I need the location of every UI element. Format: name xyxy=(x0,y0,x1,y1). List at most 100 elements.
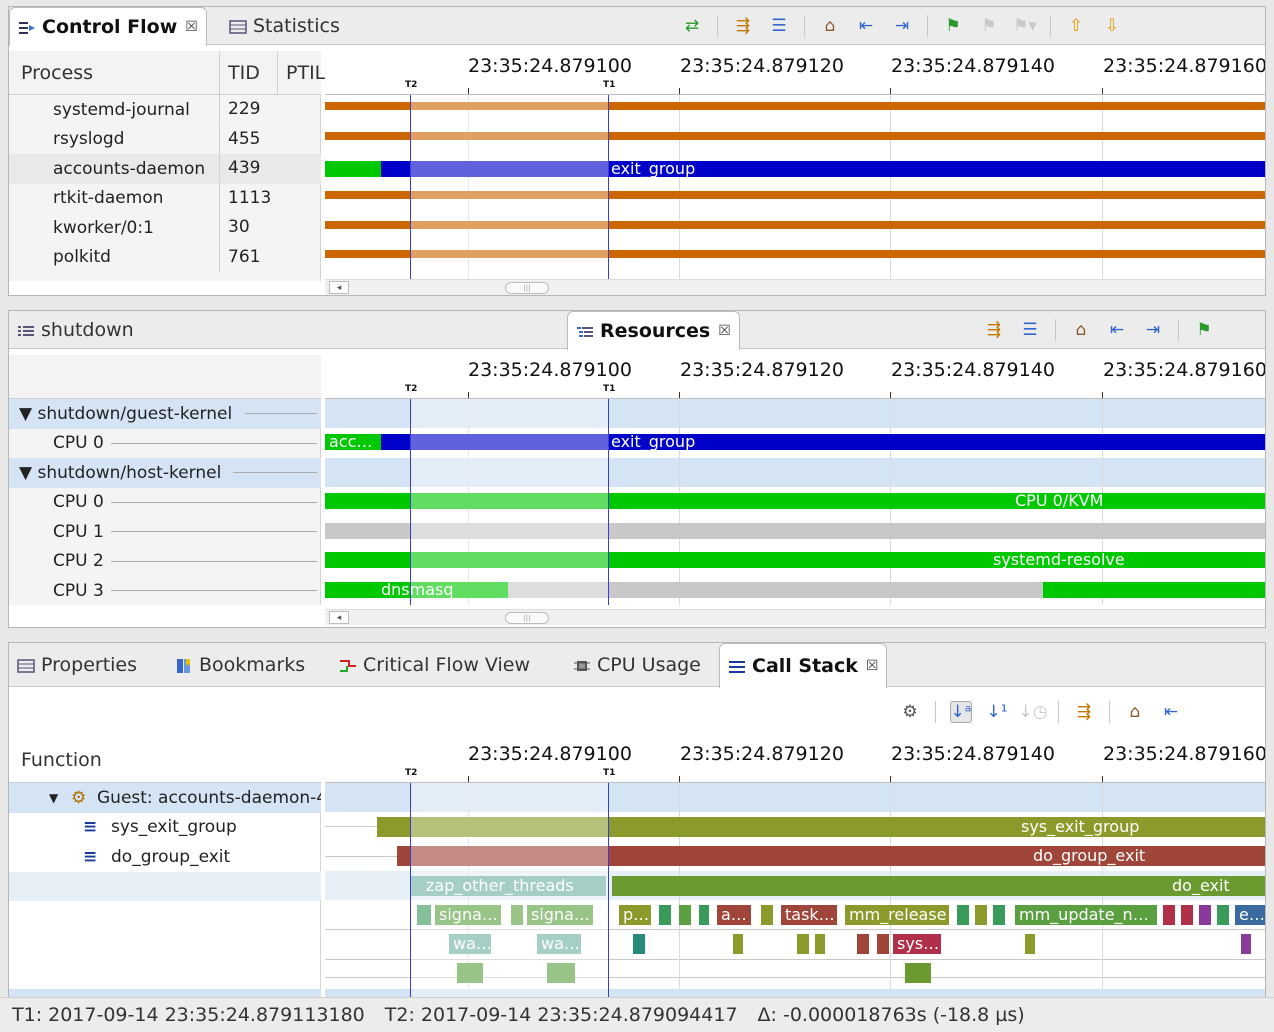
tree-item-next-group[interactable] xyxy=(9,989,321,997)
tree-item[interactable]: CPU 1 xyxy=(9,517,321,547)
scroll-left-icon[interactable]: ◂ xyxy=(329,611,349,624)
process-row[interactable]: polkitd 761 xyxy=(9,242,321,273)
call-bar-small[interactable] xyxy=(957,905,969,925)
call-bar-mm-release[interactable]: mm_release xyxy=(845,905,949,925)
tree-group-host[interactable]: ▼ shutdown/host-kernel xyxy=(9,458,321,488)
tree-item-function[interactable]: ≡ sys_exit_group xyxy=(9,813,321,843)
call-bar-small[interactable] xyxy=(993,905,1005,925)
optimize-icon[interactable]: ⇶ xyxy=(983,319,1005,341)
call-bar-small[interactable] xyxy=(659,905,671,925)
tab-bookmarks[interactable]: Bookmarks xyxy=(167,643,313,687)
tab-control-flow[interactable]: Control Flow ☒ xyxy=(9,7,207,46)
optimize-icon[interactable]: ⇶ xyxy=(1073,701,1095,723)
call-bar-small[interactable] xyxy=(733,934,743,954)
call-bar-small[interactable] xyxy=(1217,905,1229,925)
legend-icon[interactable]: ☰ xyxy=(1019,319,1041,341)
previous-event-icon[interactable]: ⇤ xyxy=(1160,701,1182,723)
home-icon[interactable]: ⌂ xyxy=(1070,319,1092,341)
tree-item[interactable]: CPU 3 xyxy=(9,576,321,606)
column-process[interactable]: Process xyxy=(21,62,93,84)
legend-icon[interactable]: ☰ xyxy=(768,15,790,37)
horizontal-scrollbar[interactable]: ◂ ||| xyxy=(325,609,1265,625)
sort-by-time-icon[interactable]: ↓◷ xyxy=(1018,701,1047,723)
tree-group-guest[interactable]: ▼ shutdown/guest-kernel xyxy=(9,399,321,429)
tab-resources[interactable]: Resources ☒ xyxy=(567,311,740,350)
call-bar-mm-update[interactable]: mm_update_n… xyxy=(1015,905,1157,925)
cpu-state-usermode[interactable]: acc… xyxy=(325,434,381,450)
import-mapping-icon[interactable]: ⚙ xyxy=(899,701,921,723)
add-bookmark-icon[interactable]: ⚑ xyxy=(942,15,964,37)
next-event-icon[interactable]: ⇥ xyxy=(1142,319,1164,341)
expand-arrow-icon[interactable]: ▼ xyxy=(49,791,58,805)
call-bar-small[interactable] xyxy=(633,934,645,954)
tree-item[interactable]: CPU 0 xyxy=(9,429,321,459)
bookmark-dropdown-icon[interactable]: ⚑▾ xyxy=(1013,15,1037,37)
scroll-thumb[interactable]: ||| xyxy=(505,612,549,624)
call-bar-small[interactable] xyxy=(1199,905,1211,925)
call-bar-small[interactable] xyxy=(761,905,773,925)
column-tid[interactable]: TID xyxy=(219,50,260,95)
sync-icon[interactable]: ⇄ xyxy=(681,15,703,37)
call-bar-small[interactable] xyxy=(905,963,931,983)
call-bar-small[interactable] xyxy=(1181,905,1193,925)
tree-item-function[interactable]: ≡ do_group_exit xyxy=(9,842,321,872)
state-bar-usermode[interactable] xyxy=(325,161,381,177)
previous-event-icon[interactable]: ⇤ xyxy=(855,15,877,37)
call-bar-e[interactable]: e… xyxy=(1235,905,1265,925)
tree-item[interactable]: CPU 2 xyxy=(9,547,321,577)
horizontal-scrollbar[interactable]: ◂ ||| xyxy=(325,279,1265,295)
close-icon[interactable]: ☒ xyxy=(718,323,731,339)
add-bookmark-icon[interactable]: ⚑ xyxy=(1193,319,1215,341)
tree-item-guest[interactable]: ▼ ⚙ Guest: accounts-daemon-4 xyxy=(9,783,321,813)
tree-item-empty[interactable] xyxy=(9,871,321,901)
call-bar-sys[interactable]: sys… xyxy=(893,934,941,954)
process-row[interactable]: kworker/0:1 30 xyxy=(9,213,321,243)
close-icon[interactable]: ☒ xyxy=(866,658,879,674)
close-icon[interactable]: ☒ xyxy=(185,19,198,35)
process-row-selected[interactable]: accounts-daemon 439 xyxy=(9,154,321,184)
next-event-icon[interactable]: ⇥ xyxy=(891,15,913,37)
arrow-down-icon[interactable]: ⇩ xyxy=(1101,15,1123,37)
column-function[interactable]: Function xyxy=(21,749,102,771)
home-icon[interactable]: ⌂ xyxy=(819,15,841,37)
previous-event-icon[interactable]: ⇤ xyxy=(1106,319,1128,341)
tab-call-stack[interactable]: Call Stack ☒ xyxy=(719,643,888,688)
remove-bookmark-icon[interactable]: ⚑ xyxy=(978,15,1000,37)
call-bar-small[interactable] xyxy=(699,905,709,925)
process-row[interactable]: rtkit-daemon 1113 xyxy=(9,183,321,214)
time-scale[interactable]: 23:35:24.879100 23:35:24.879120 23:35:24… xyxy=(325,355,1265,399)
call-bar-small[interactable] xyxy=(1025,934,1035,954)
tab-statistics[interactable]: Statistics xyxy=(221,7,348,45)
call-bar-small[interactable] xyxy=(679,905,691,925)
sort-by-name-icon[interactable]: ↓ᵃ xyxy=(950,701,972,723)
call-bar-small[interactable] xyxy=(815,934,825,954)
process-row[interactable]: rsyslogd 455 xyxy=(9,124,321,155)
call-bar-small[interactable] xyxy=(857,934,869,954)
call-bar-small[interactable] xyxy=(1163,905,1175,925)
call-bar-small[interactable] xyxy=(1241,934,1251,954)
resources-chart[interactable]: acc… exit_group CPU 0/KVM systemd-resolv… xyxy=(325,399,1265,605)
call-bar-do-exit[interactable]: do_exit xyxy=(612,876,1265,896)
home-icon[interactable]: ⌂ xyxy=(1124,701,1146,723)
time-scale[interactable]: 23:35:24.879100 23:35:24.879120 23:35:24… xyxy=(325,739,1265,783)
call-bar-task[interactable]: task… xyxy=(781,905,837,925)
tab-cpu-usage[interactable]: CPU Usage xyxy=(565,643,709,687)
column-ptid[interactable]: PTIL xyxy=(277,50,325,95)
tab-critical-flow[interactable]: Critical Flow View xyxy=(331,643,538,687)
control-flow-chart[interactable]: exit_group xyxy=(325,95,1265,281)
time-scale[interactable]: 23:35:24.879100 23:35:24.879120 23:35:24… xyxy=(325,51,1265,95)
process-row[interactable]: systemd-journal 229 xyxy=(9,95,321,125)
tab-shutdown[interactable]: shutdown xyxy=(9,311,142,349)
call-bar-a[interactable]: a… xyxy=(717,905,751,925)
cpu-state-running[interactable] xyxy=(1043,582,1265,598)
call-stack-chart[interactable]: sys_exit_group do_group_exit zap_other_t… xyxy=(325,783,1265,997)
call-bar-small[interactable] xyxy=(797,934,809,954)
arrow-up-icon[interactable]: ⇧ xyxy=(1065,15,1087,37)
scroll-thumb[interactable]: ||| xyxy=(505,282,549,294)
sort-by-id-icon[interactable]: ↓¹ xyxy=(986,701,1008,723)
call-bar-small[interactable] xyxy=(975,905,987,925)
optimize-icon[interactable]: ⇶ xyxy=(732,15,754,37)
call-bar-small[interactable] xyxy=(877,934,889,954)
tab-properties[interactable]: Properties xyxy=(9,643,145,687)
tree-item[interactable]: CPU 0 xyxy=(9,488,321,518)
